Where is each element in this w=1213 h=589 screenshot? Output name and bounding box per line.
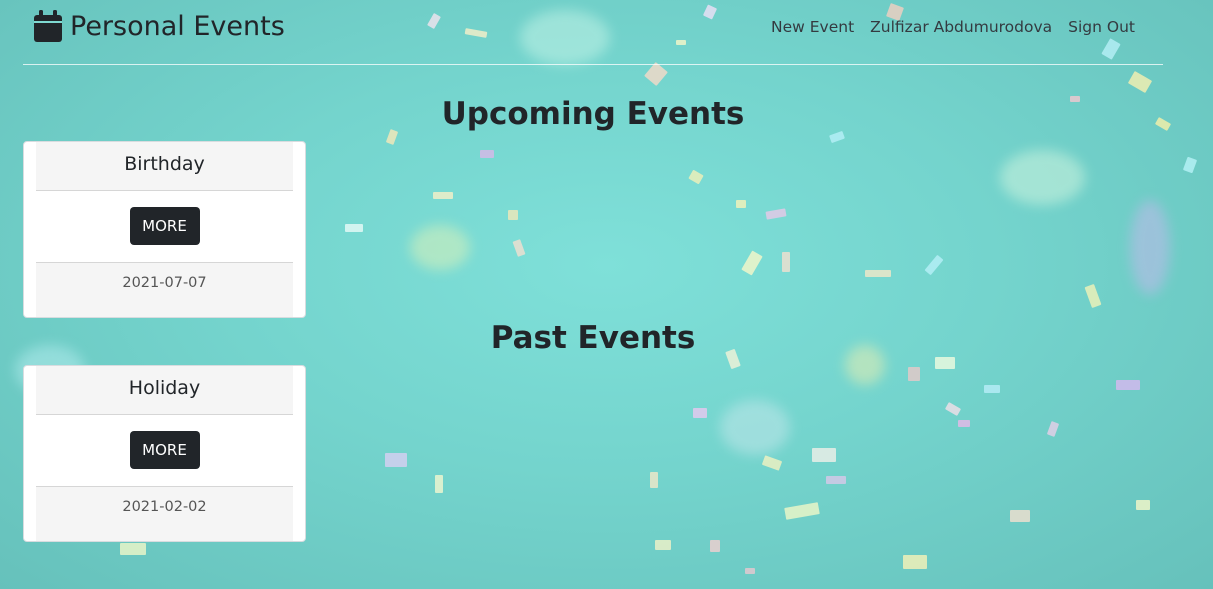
calendar-icon — [34, 10, 62, 42]
event-date: 2021-07-07 — [122, 275, 207, 291]
past-events-heading: Past Events — [490, 320, 696, 356]
event-card-birthday: Birthday MORE 2021-07-07 — [23, 141, 306, 318]
brand-title: Personal Events — [70, 10, 285, 42]
event-date: 2021-02-02 — [122, 499, 207, 515]
user-name-link[interactable]: Zulfizar Abdumurodova — [870, 18, 1052, 36]
brand-link[interactable]: Personal Events — [34, 10, 285, 42]
nav-links: New Event Zulfizar Abdumurodova Sign Out — [771, 18, 1135, 36]
card-content: Holiday MORE 2021-02-02 — [36, 366, 293, 541]
card-body: MORE — [36, 415, 293, 487]
upcoming-events-heading: Upcoming Events — [441, 96, 745, 132]
event-title: Birthday — [36, 142, 293, 191]
navbar: Personal Events New Event Zulfizar Abdum… — [23, 0, 1163, 65]
new-event-link[interactable]: New Event — [771, 18, 854, 36]
sign-out-link[interactable]: Sign Out — [1068, 18, 1135, 36]
event-card-holiday: Holiday MORE 2021-02-02 — [23, 365, 306, 542]
card-content: Birthday MORE 2021-07-07 — [36, 142, 293, 317]
event-title: Holiday — [36, 366, 293, 415]
more-button[interactable]: MORE — [129, 431, 200, 469]
card-body: MORE — [36, 191, 293, 263]
more-button[interactable]: MORE — [129, 207, 200, 245]
